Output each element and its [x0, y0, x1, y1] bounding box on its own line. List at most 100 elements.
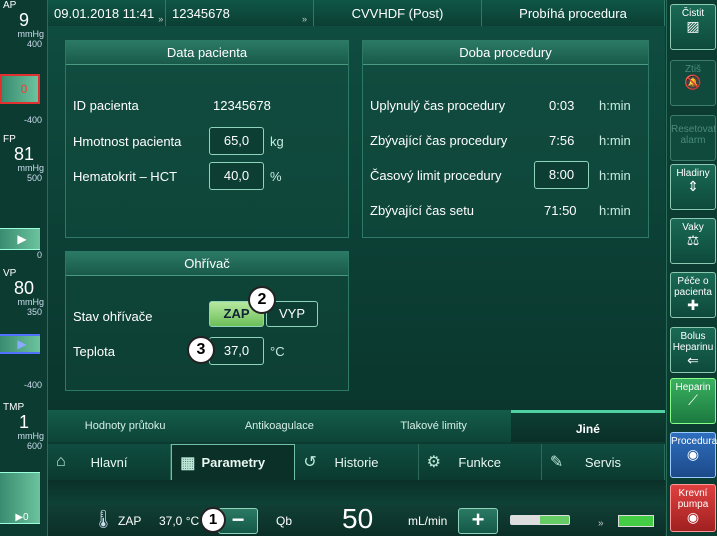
- remaining-unit: h:min: [599, 133, 631, 148]
- tab-history[interactable]: ↺ Historie: [295, 444, 419, 480]
- syringe-icon: ⟋: [688, 392, 698, 408]
- patient-data-panel: Data pacienta ID pacienta 12345678 Hmotn…: [65, 40, 349, 238]
- remaining-value: 7:56: [549, 133, 575, 148]
- tab-flow-values[interactable]: Hodnoty průtoku: [48, 410, 202, 442]
- tab-pressure-limits[interactable]: Tlakové limity: [357, 410, 511, 442]
- temperature-field[interactable]: 37,0: [209, 337, 264, 365]
- main-tabs: ⌂ Hlavní ▦ Parametry ↺ Historie ⚙ Funkce ✎ Se…: [48, 444, 666, 480]
- parameters-content: Data pacienta ID pacienta 12345678 Hmotn…: [48, 26, 665, 410]
- therapy-mode: CVVHDF (Post): [314, 0, 482, 26]
- tmp-pressure-bar: ▶0: [0, 472, 40, 524]
- expand-arrow-icon: »: [301, 14, 307, 24]
- patient-id-value: 12345678: [213, 98, 271, 113]
- remaining-label: Zbývající čas procedury: [370, 133, 508, 148]
- patient-id-display[interactable]: 12345678»: [166, 0, 314, 26]
- tab-other[interactable]: Jiné: [510, 410, 665, 442]
- tab-anticoagulation[interactable]: Antikoagulace: [202, 410, 356, 442]
- syringe-icon: [510, 515, 570, 525]
- weight-field[interactable]: 65,0: [209, 127, 264, 155]
- sub-tabs: Hodnoty průtoku Antikoagulace Tlakové li…: [48, 410, 665, 442]
- weight-label: Hmotnost pacienta: [73, 134, 182, 149]
- wrench-icon: ✎: [549, 454, 564, 471]
- ap-pressure-bar: 0: [0, 74, 40, 104]
- home-icon: ⌂: [56, 453, 66, 470]
- gauge-vp: VP 80 mmHg 350 ▶ -400: [0, 268, 48, 398]
- hct-field[interactable]: 40,0: [209, 162, 264, 190]
- panel-title: Ohřívač: [66, 252, 348, 276]
- patient-care-button[interactable]: Péče o pacienta ✚: [670, 272, 716, 318]
- hct-unit: %: [270, 169, 282, 184]
- procedure-icon: ◉: [686, 446, 700, 462]
- top-status-bar: 09.01.2018 11:41» 12345678» CVVHDF (Post…: [48, 0, 665, 26]
- temperature-unit: °C: [270, 344, 285, 359]
- clean-icon: ▨: [686, 18, 700, 34]
- divider: [48, 480, 665, 505]
- qb-label: Qb: [276, 514, 293, 528]
- fp-pointer-icon: ▶: [17, 232, 27, 246]
- gear-icon: ⚙: [426, 454, 441, 471]
- heparin-bolus-button[interactable]: Bolus Heparinu ⇐: [670, 327, 716, 373]
- expand-arrow-icon: »: [158, 14, 164, 24]
- levels-button[interactable]: Hladiny ⇕: [670, 164, 716, 210]
- callout-1: 1: [200, 507, 226, 533]
- heater-state: ZAP: [118, 514, 142, 528]
- gauge-fp: FP 81 mmHg 500 ▶ 0: [0, 134, 48, 264]
- time-limit-label: Časový limit procedury: [370, 168, 502, 183]
- heparin-button[interactable]: Heparin ⟋: [670, 378, 716, 424]
- action-sidebar: Čistit ▨ Ztiš 🔕 Resetovat alarm Hladiny ⇕ V…: [666, 0, 717, 536]
- bolus-icon: ⇐: [687, 352, 699, 368]
- level-icon: ⇕: [687, 178, 699, 194]
- procedure-button[interactable]: Procedura ◉: [670, 432, 717, 478]
- bag-icon: ⚖: [686, 232, 700, 248]
- qb-value: 50: [342, 503, 374, 534]
- ap-pointer-icon: 0: [20, 82, 28, 96]
- blood-pump-button[interactable]: Krevní pumpa ◉: [670, 484, 716, 532]
- clean-button[interactable]: Čistit ▨: [670, 4, 716, 50]
- gauge-ap: AP 9 mmHg 400 0 -400: [0, 0, 48, 130]
- datetime: 09.01.2018 11:41»: [48, 0, 166, 26]
- procedure-time-panel: Doba procedury Uplynulý čas procedury 0:…: [362, 40, 649, 238]
- gauge-tmp: TMP 1 mmHg 600 ▶0: [0, 402, 48, 536]
- hct-label: Hematokrit – HCT: [73, 169, 178, 184]
- panel-title: Doba procedury: [363, 41, 648, 65]
- elapsed-unit: h:min: [599, 98, 631, 113]
- heater-temp: 37,0 °C: [159, 514, 200, 528]
- temperature-label: Teplota: [73, 344, 115, 359]
- tab-functions[interactable]: ⚙ Funkce: [419, 444, 542, 480]
- calculator-icon: ▦: [180, 454, 196, 472]
- mute-button[interactable]: Ztiš 🔕: [670, 60, 716, 106]
- time-limit-field[interactable]: 8:00: [534, 161, 589, 189]
- heater-panel: Ohřívač Stav ohřívače ZAP VYP Teplota 37…: [65, 251, 349, 391]
- qb-increase-button[interactable]: +: [458, 508, 498, 534]
- history-icon: ↺: [303, 454, 317, 471]
- patient-care-icon: ✚: [687, 297, 699, 313]
- battery-icon: [618, 515, 654, 527]
- tab-parameters[interactable]: ▦ Parametry: [171, 444, 296, 480]
- procedure-status: Probíhá procedura: [482, 0, 665, 26]
- fp-pressure-bar: ▶: [0, 228, 40, 250]
- patient-id-label: ID pacienta: [73, 98, 139, 113]
- thermometer-icon: 🌡: [92, 509, 115, 529]
- panel-title: Data pacienta: [66, 41, 348, 65]
- vp-pointer-icon: ▶: [17, 337, 27, 351]
- set-remaining-unit: h:min: [599, 203, 631, 218]
- pump-icon: ◉: [686, 509, 700, 525]
- bags-button[interactable]: Vaky ⚖: [670, 218, 716, 264]
- tmp-pointer-icon: ▶0: [15, 511, 29, 523]
- weight-unit: kg: [270, 134, 284, 149]
- tab-main[interactable]: ⌂ Hlavní: [48, 444, 172, 480]
- callout-3: 3: [187, 336, 215, 364]
- reset-alarm-button[interactable]: Resetovat alarm: [670, 115, 716, 161]
- set-remaining-label: Zbývající čas setu: [370, 203, 475, 218]
- qb-unit: mL/min: [408, 514, 448, 528]
- callout-2: 2: [248, 286, 276, 314]
- tab-service[interactable]: ✎ Servis: [542, 444, 666, 480]
- bottom-status-bar: 🌡 ZAP 37,0 °C − 1 Qb 50 mL/min + »: [48, 503, 665, 536]
- set-remaining-value: 71:50: [544, 203, 577, 218]
- heater-state-label: Stav ohřívače: [73, 309, 153, 324]
- mute-icon: 🔕: [684, 74, 702, 90]
- elapsed-label: Uplynulý čas procedury: [370, 98, 506, 113]
- vp-pressure-bar: ▶: [0, 334, 40, 354]
- expand-arrow-icon: »: [598, 518, 604, 529]
- pressure-gauges: AP 9 mmHg 400 0 -400 FP 81 mmHg 500 ▶ 0 …: [0, 0, 48, 536]
